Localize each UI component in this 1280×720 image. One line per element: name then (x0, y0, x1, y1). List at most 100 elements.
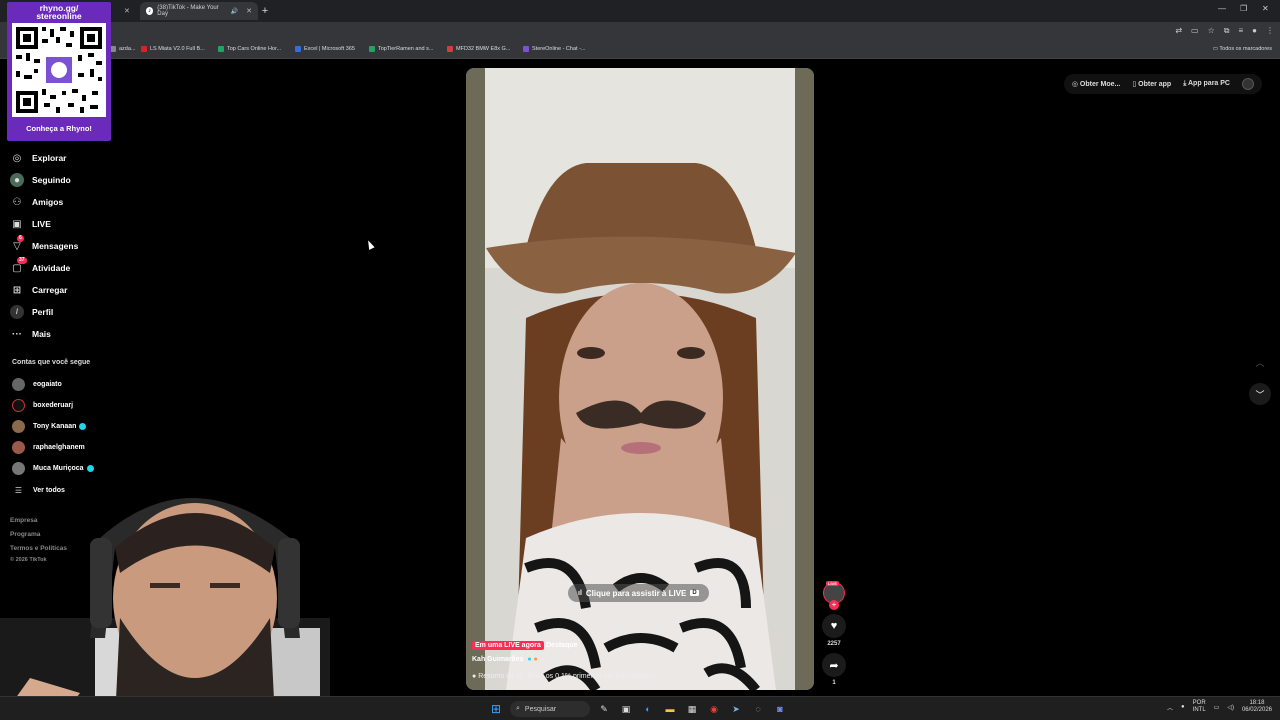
follow-plus-icon[interactable]: + (829, 600, 839, 610)
live-bars-icon: ıl (578, 589, 582, 597)
discord-icon[interactable]: ◙ (772, 701, 788, 717)
sidebar-item-explorar[interactable]: ◎ Explorar (10, 150, 67, 166)
bookmark-item[interactable]: MFD32 BMW E8x G... (447, 46, 510, 52)
toolbar-icons: ⇄ ▭ ☆ ⧉ ≡ ● ⋮ (1175, 26, 1274, 36)
chrome-icon[interactable]: ◉ (706, 701, 722, 717)
featured-label: Destaque (546, 642, 578, 649)
close-tab-icon[interactable]: ✕ (124, 7, 130, 15)
tab-title: (38)TikTok - Make Your Day (157, 5, 219, 17)
restore-icon[interactable]: ❐ (1240, 4, 1247, 13)
bookmark-item[interactable]: Top Cars Online Hor... (218, 46, 281, 52)
minimize-icon[interactable]: — (1218, 4, 1226, 13)
following-account[interactable]: raphaelghanem (12, 441, 85, 454)
file-explorer-icon[interactable]: ▬ (662, 701, 678, 717)
bookmark-star-icon[interactable]: ☆ (1208, 26, 1215, 36)
audio-icon[interactable]: 🔊 (231, 8, 238, 15)
following-account[interactable]: eogaiato (12, 378, 62, 391)
close-window-icon[interactable]: ✕ (1262, 4, 1269, 13)
live-now-tag: Em uma LIVE agora (472, 641, 544, 650)
chevron-up-icon: ︿ (1255, 357, 1265, 368)
taskbar-search[interactable]: ⌕ Pesquisar (510, 701, 590, 717)
taskbar-apps: ⊞ ⌕ Pesquisar ✎ ▣ ◐ ▬ ▦ ◉ ➤ ◌ ◙ (488, 701, 788, 717)
sidebar-item-mais[interactable]: ··· Mais (10, 326, 51, 342)
sidebar-item-perfil[interactable]: / Perfil (10, 304, 53, 320)
bookmark-item[interactable]: Excel | Microsoft 365 (295, 46, 355, 52)
pc-app-button[interactable]: ⤓ App para PC (1183, 80, 1230, 88)
messages-badge: 6 (17, 235, 24, 242)
volume-icon[interactable]: ◁) (1227, 704, 1234, 711)
bookmark-item[interactable]: StereOnline - Chat -... (523, 46, 586, 52)
verified-icon: ● (527, 656, 532, 663)
extensions-icon[interactable]: ⧉ (1224, 26, 1230, 36)
sidebar-item-atividade[interactable]: ▢ 37 Atividade (10, 257, 70, 276)
profile-icon[interactable]: ● (1252, 26, 1257, 36)
watch-live-button[interactable]: ıl Clique para assistir à LIVE D (568, 584, 709, 602)
close-tab-icon[interactable]: ✕ (246, 7, 252, 15)
sidebar-item-mensagens[interactable]: ▽ 6 Mensagens (10, 235, 78, 254)
following-account[interactable]: Tony Kanaan (12, 420, 87, 433)
next-video-button[interactable]: ﹀ (1249, 383, 1271, 405)
following-account[interactable]: Muca Muriçoca (12, 462, 94, 475)
app-icon[interactable]: ◌ (750, 701, 766, 717)
keyboard-shortcut-hint: D (690, 590, 699, 596)
steam-icon[interactable]: ➤ (728, 701, 744, 717)
qr-title: rhyno.gg/ stereonline (36, 3, 82, 21)
sidebar-item-seguindo[interactable]: ● Seguindo (10, 172, 71, 188)
new-tab-button[interactable]: + (258, 4, 272, 18)
copilot-icon[interactable]: ✎ (596, 701, 612, 717)
address-bar[interactable]: ⇄ ▭ ☆ ⧉ ≡ ● ⋮ (0, 22, 1280, 42)
like-count: 2257 (827, 641, 841, 647)
media-icon[interactable]: ≡ (1238, 26, 1243, 36)
creator-username[interactable]: Kah Guimarães ● ● (472, 656, 538, 663)
get-coins-button[interactable]: ◎ Obter Moe... (1072, 80, 1121, 88)
bookmark-favicon-icon (141, 46, 147, 52)
edge-icon[interactable]: ◐ (640, 701, 656, 717)
network-icon[interactable]: ▭ (1214, 704, 1220, 711)
ai-summary: ● Resumo de AI Entre os 0.1% primeiros e… (472, 673, 658, 680)
like-button[interactable]: ♥ (822, 614, 846, 638)
mouse-cursor-icon (365, 239, 375, 250)
avatar-live-badge: LIVE (826, 581, 839, 586)
activity-badge: 37 (17, 257, 27, 264)
following-account[interactable]: boxederuarj (12, 399, 73, 412)
avatar (12, 399, 25, 412)
windows-start-icon[interactable]: ⊞ (488, 701, 504, 717)
avatar (12, 420, 25, 433)
verified-icon (86, 465, 94, 472)
ai-icon: ● (472, 673, 477, 680)
get-app-button[interactable]: ▯ Obter app (1132, 80, 1171, 88)
language-indicator[interactable]: POR INTL (1193, 700, 1206, 714)
sidebar-item-carregar[interactable]: ⊞ Carregar (10, 282, 68, 298)
more-icon: ··· (12, 328, 22, 340)
share-button[interactable]: ➦ (822, 653, 846, 677)
previous-video-button[interactable]: ︿ (1249, 351, 1271, 373)
bookmark-item[interactable]: azda... (110, 46, 136, 52)
system-tray: ︿ ● POR INTL ▭ ◁) 18:18 06/02/2026 (1167, 700, 1272, 714)
clock[interactable]: 18:18 06/02/2026 (1242, 700, 1272, 714)
mic-icon[interactable]: ● (1181, 704, 1185, 710)
bookmark-item[interactable]: LS Miata V2.0 Full B... (141, 46, 205, 52)
bookmark-favicon-icon (295, 46, 301, 52)
bookmark-item[interactable]: TopTierRamen and s... (369, 46, 433, 52)
sidebar-item-live[interactable]: ▣ LIVE (10, 216, 51, 232)
tab-tiktok[interactable]: ♪ (38)TikTok - Make Your Day 🔊 ✕ (140, 2, 258, 20)
bookmarks-bar: azda... LS Miata V2.0 Full B... Top Cars… (0, 42, 1280, 59)
chevron-up-icon[interactable]: ︿ (1167, 703, 1173, 712)
store-icon[interactable]: ▦ (684, 701, 700, 717)
translate-icon[interactable]: ⇄ (1175, 26, 1182, 36)
qr-promo-card: rhyno.gg/ stereonline Conheça a Rhyno! (7, 2, 111, 141)
compass-icon: ◎ (12, 152, 22, 164)
windows-taskbar: ⊞ ⌕ Pesquisar ✎ ▣ ◐ ▬ ▦ ◉ ➤ ◌ ◙ ︿ ● POR … (0, 696, 1280, 720)
task-view-icon[interactable]: ▣ (618, 701, 634, 717)
friends-icon: ⚇ (12, 196, 22, 208)
all-bookmarks-button[interactable]: ▭ Todos os marcadores (1213, 46, 1272, 52)
bookmark-favicon-icon (218, 46, 224, 52)
share-arrow-icon: ➦ (829, 659, 839, 672)
tab-previous[interactable]: ✕ (110, 2, 138, 20)
user-avatar[interactable] (1242, 78, 1254, 90)
fire-icon: ● (533, 656, 538, 663)
menu-icon[interactable]: ⋮ (1266, 26, 1274, 36)
cast-icon[interactable]: ▭ (1191, 26, 1199, 36)
sidebar-item-amigos[interactable]: ⚇ Amigos (10, 194, 64, 210)
share-count: 1 (832, 680, 836, 686)
